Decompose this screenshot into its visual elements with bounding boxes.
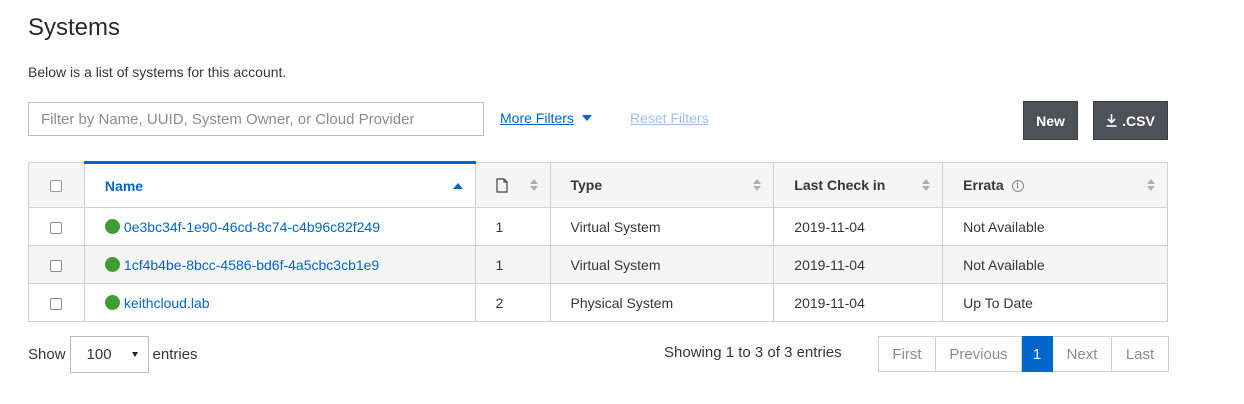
new-button[interactable]: New xyxy=(1023,101,1078,140)
pagination-next-button[interactable]: Next xyxy=(1053,336,1112,372)
table-row: 1cf4b4be-8bcc-4586-bd6f-4a5cbc3cb1e9 1 V… xyxy=(28,245,1168,284)
sort-both-icon xyxy=(529,179,538,191)
systems-table: Name Type Last Check in Errata i 0e3bc34… xyxy=(28,161,1168,322)
chevron-down-icon xyxy=(131,352,138,357)
status-ok-icon xyxy=(104,257,120,272)
row-select-cell xyxy=(28,207,85,246)
system-name-link[interactable]: keithcloud.lab xyxy=(124,295,210,311)
errata-cell: Up To Date xyxy=(942,283,1168,322)
csv-export-button[interactable]: .CSV xyxy=(1093,101,1168,140)
column-label-name: Name xyxy=(104,177,144,194)
table-row: keithcloud.lab 2 Physical System 2019-11… xyxy=(28,283,1168,322)
column-header-subscriptions[interactable] xyxy=(474,162,551,208)
pagination: First Previous 1 Next Last xyxy=(878,336,1169,372)
filter-search-input[interactable] xyxy=(28,102,484,136)
sort-both-icon xyxy=(1147,179,1155,191)
last-check-in-cell: 2019-11-04 xyxy=(773,245,944,284)
info-icon[interactable]: i xyxy=(1011,180,1024,193)
name-cell: keithcloud.lab xyxy=(83,283,476,322)
column-header-errata[interactable]: Errata i xyxy=(942,162,1168,208)
column-label-last-check-in: Last Check in xyxy=(794,177,886,193)
more-filters-link[interactable]: More Filters xyxy=(500,110,592,126)
column-label-type: Type xyxy=(570,177,603,193)
download-icon xyxy=(1106,114,1117,127)
row-checkbox[interactable] xyxy=(50,297,63,310)
last-check-in-cell: 2019-11-04 xyxy=(773,283,944,322)
page-subtitle: Below is a list of systems for this acco… xyxy=(28,64,287,80)
page-title: Systems xyxy=(28,14,121,41)
system-name-link[interactable]: 1cf4b4be-8bcc-4586-bd6f-4a5cbc3cb1e9 xyxy=(124,257,379,273)
entries-select-value: 100 xyxy=(86,346,112,363)
status-ok-icon xyxy=(104,219,120,234)
pagination-last-button[interactable]: Last xyxy=(1112,336,1169,372)
more-filters-label: More Filters xyxy=(500,110,574,126)
type-cell: Virtual System xyxy=(549,245,775,284)
subscriptions-cell: 1 xyxy=(474,207,551,246)
column-label-errata: Errata xyxy=(963,177,1004,193)
sort-ascending-icon xyxy=(452,182,463,189)
column-header-type[interactable]: Type xyxy=(549,162,775,208)
row-checkbox[interactable] xyxy=(50,221,63,234)
table-header-row: Name Type Last Check in Errata i xyxy=(28,161,1168,208)
table-info-text: Showing 1 to 3 of 3 entries xyxy=(664,344,842,361)
select-all-header xyxy=(28,162,85,208)
row-select-cell xyxy=(28,283,85,322)
sort-both-icon xyxy=(753,179,762,191)
row-select-cell xyxy=(28,245,85,284)
errata-cell: Not Available xyxy=(942,245,1168,284)
name-cell: 0e3bc34f-1e90-46cd-8c74-c4b96c82f249 xyxy=(83,207,476,246)
type-cell: Virtual System xyxy=(549,207,775,246)
reset-filters-link[interactable]: Reset Filters xyxy=(630,110,709,126)
status-ok-icon xyxy=(104,295,120,310)
csv-label: .CSV xyxy=(1122,112,1155,129)
errata-cell: Not Available xyxy=(942,207,1168,246)
name-cell: 1cf4b4be-8bcc-4586-bd6f-4a5cbc3cb1e9 xyxy=(83,245,476,284)
select-all-checkbox[interactable] xyxy=(50,180,63,193)
document-icon xyxy=(495,178,508,193)
entries-length-control: Show 100 entries xyxy=(28,336,198,373)
column-header-name[interactable]: Name xyxy=(83,161,476,208)
pagination-first-button[interactable]: First xyxy=(878,336,936,372)
row-checkbox[interactable] xyxy=(50,259,63,272)
table-row: 0e3bc34f-1e90-46cd-8c74-c4b96c82f249 1 V… xyxy=(28,207,1168,246)
column-header-last-check-in[interactable]: Last Check in xyxy=(773,162,944,208)
pagination-previous-button[interactable]: Previous xyxy=(936,336,1022,372)
pagination-page-1-button[interactable]: 1 xyxy=(1022,336,1053,372)
entries-per-page-select[interactable]: 100 xyxy=(69,336,149,373)
sort-both-icon xyxy=(922,179,931,191)
type-cell: Physical System xyxy=(549,283,775,322)
caret-down-icon xyxy=(581,115,592,121)
system-name-link[interactable]: 0e3bc34f-1e90-46cd-8c74-c4b96c82f249 xyxy=(124,219,380,235)
subscriptions-cell: 2 xyxy=(474,283,551,322)
last-check-in-cell: 2019-11-04 xyxy=(773,207,944,246)
show-label: Show xyxy=(28,346,66,363)
subscriptions-cell: 1 xyxy=(474,245,551,284)
entries-label: entries xyxy=(152,346,198,363)
